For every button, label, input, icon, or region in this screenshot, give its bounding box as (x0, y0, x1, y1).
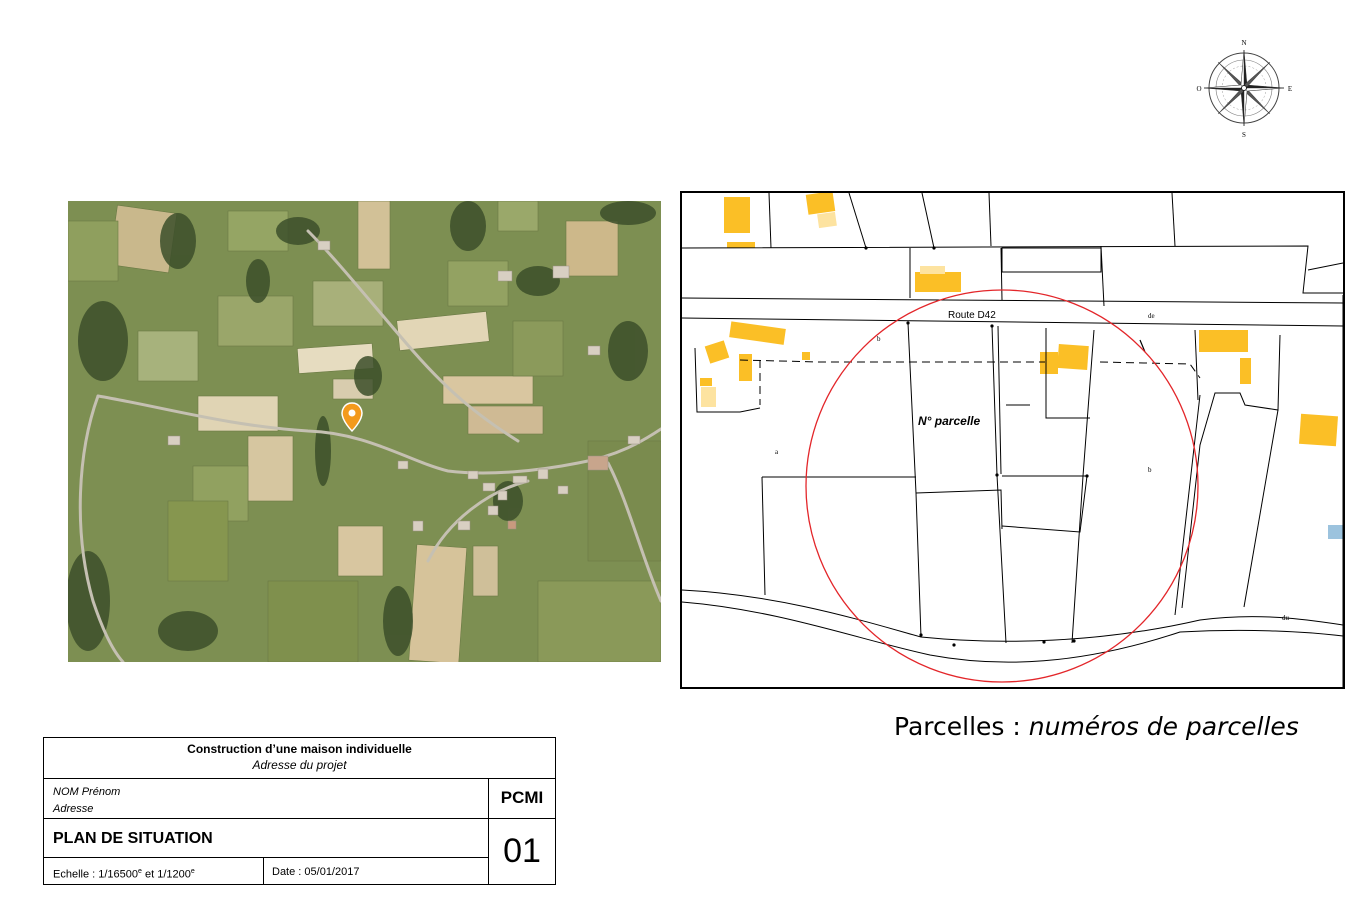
road-label: Route D42 (948, 310, 996, 321)
scale-info: Echelle : 1/16500e et 1/1200e (44, 858, 264, 885)
parcel-letter-de: de (1148, 312, 1155, 320)
project-title: Construction d’une maison individuelle (187, 742, 412, 756)
cadastral-map: Route D42 N° parcelle b de a b du (680, 191, 1345, 689)
owner-info: NOM Prénom Adresse (44, 779, 489, 819)
form-code: PCMI (489, 779, 555, 819)
compass-east: E (1288, 85, 1292, 93)
parcel-letter-b: b (877, 335, 881, 343)
compass-rose: N S E O (1196, 36, 1296, 140)
project-address: Adresse du projet (252, 758, 347, 772)
compass-north: N (1241, 39, 1246, 47)
radius-circle (805, 289, 1199, 683)
title-block: Construction d’une maison individuelle A… (43, 737, 556, 885)
owner-address: Adresse (53, 803, 94, 815)
road-letter-du: du (1282, 614, 1290, 622)
map-caption: Parcelles : numéros de parcelles (894, 712, 1299, 741)
parcel-number-label: N° parcelle (918, 414, 980, 428)
compass-west: O (1196, 85, 1201, 93)
parcel-letter-b2: b (1148, 466, 1152, 474)
project-header: Construction d’une maison individuelle A… (44, 738, 555, 779)
document-title: PLAN DE SITUATION (44, 819, 489, 858)
aerial-photo (68, 201, 661, 662)
compass-south: S (1242, 131, 1246, 139)
caption-emphasis: numéros de parcelles (1028, 712, 1299, 741)
parcel-letter-a: a (775, 448, 779, 456)
date-info: Date : 05/01/2017 (264, 858, 489, 885)
document-number: 01 (503, 832, 541, 870)
owner-name: NOM Prénom (53, 786, 121, 798)
caption-prefix: Parcelles : (894, 712, 1029, 741)
